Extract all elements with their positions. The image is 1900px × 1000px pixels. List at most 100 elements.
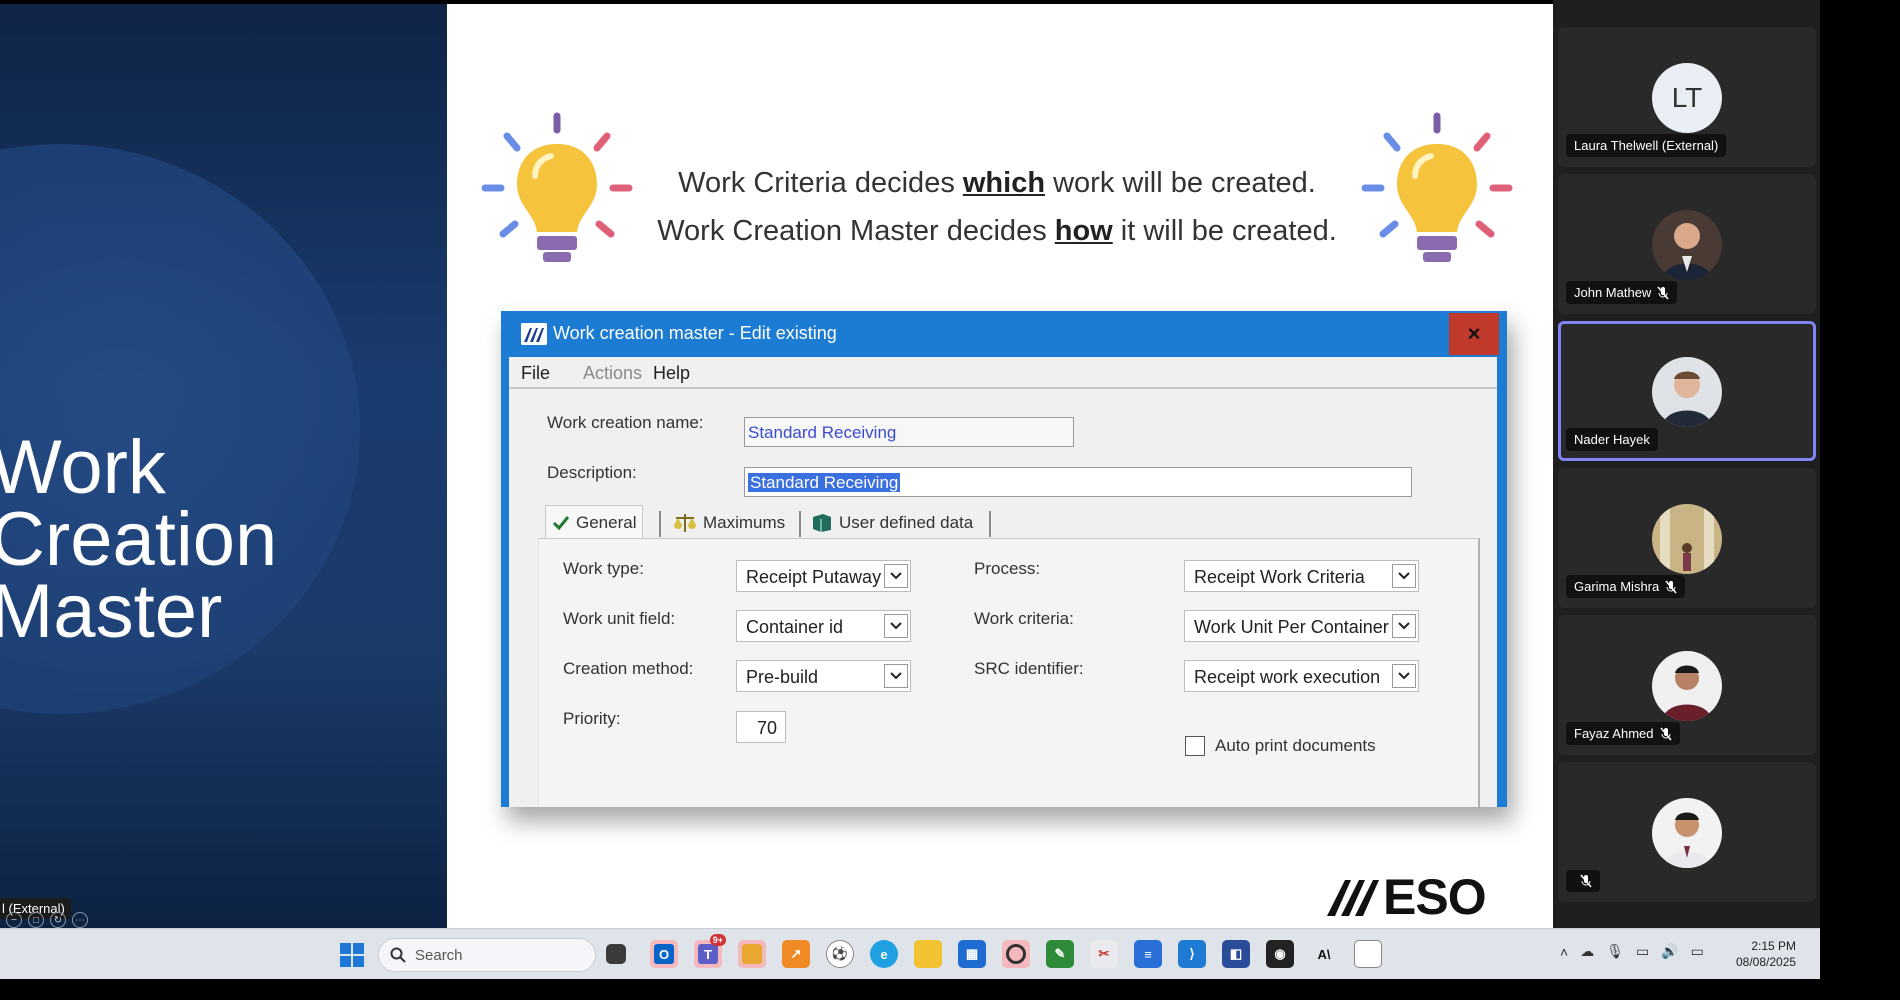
app-logo-icon bbox=[521, 323, 547, 345]
zoom-out-icon[interactable]: − bbox=[6, 912, 22, 928]
check-icon bbox=[552, 515, 570, 530]
left-controls: − □ ↻ ⋯ bbox=[6, 912, 88, 928]
close-button[interactable]: × bbox=[1449, 313, 1499, 355]
screen: Work Creation Master l (External) − □ ↻ … bbox=[0, 0, 1900, 1000]
work-creation-master-dialog: Work creation master - Edit existing × F… bbox=[501, 311, 1507, 807]
outlook-icon[interactable]: O bbox=[650, 940, 678, 968]
eso-logo: ESO bbox=[1327, 868, 1507, 925]
file-explorer-icon[interactable] bbox=[914, 940, 942, 968]
tagline-text: Work Creation Master decides bbox=[657, 215, 1055, 247]
participant-name-tag: John Mathew bbox=[1566, 281, 1678, 304]
left-slide-panel: Work Creation Master l (External) − □ ↻ … bbox=[0, 4, 447, 928]
sketch-app-icon[interactable]: ↗ bbox=[782, 940, 810, 968]
chevron-down-icon[interactable] bbox=[884, 614, 908, 638]
edge-browser-icon[interactable]: e bbox=[870, 940, 898, 968]
priority-field[interactable]: 70 bbox=[736, 711, 786, 743]
participant-tile-active[interactable]: Nader Hayek bbox=[1558, 321, 1816, 461]
participant-tile[interactable] bbox=[1558, 762, 1816, 902]
teams-icon[interactable]: T 9+ bbox=[694, 934, 726, 968]
ai-app-icon[interactable]: A\ bbox=[1310, 940, 1338, 968]
clock[interactable]: 2:15 PM 08/08/2025 bbox=[1736, 938, 1796, 970]
participant-name: Nader Hayek bbox=[1574, 432, 1650, 447]
tab-general[interactable]: General bbox=[545, 505, 644, 539]
search-icon bbox=[390, 947, 406, 963]
menu-help[interactable]: Help bbox=[653, 363, 690, 384]
lightbulb-icon bbox=[481, 112, 633, 262]
work-type-value: Receipt Putaway bbox=[746, 567, 882, 587]
dialog-body: File Actions Help Work creation name: St… bbox=[509, 357, 1497, 807]
windows-start-icon[interactable] bbox=[340, 943, 364, 967]
document-icon[interactable] bbox=[1354, 940, 1382, 968]
chrome-icon[interactable] bbox=[1002, 940, 1030, 968]
work-type-label: Work type: bbox=[563, 559, 644, 578]
tab-user-defined-data[interactable]: User defined data bbox=[805, 507, 979, 539]
work-type-select[interactable]: Receipt Putaway bbox=[736, 560, 911, 592]
refresh-icon[interactable]: ↻ bbox=[50, 912, 66, 928]
onedrive-icon[interactable]: ☁ bbox=[1580, 943, 1594, 960]
src-identifier-select[interactable]: Receipt work execution bbox=[1184, 660, 1419, 692]
volume-icon[interactable]: 🔊 bbox=[1661, 943, 1678, 960]
chevron-down-icon[interactable] bbox=[884, 664, 908, 688]
work-unit-field-label: Work unit field: bbox=[563, 609, 676, 628]
black-strip bbox=[1820, 0, 1900, 1000]
participant-tile[interactable]: LT Laura Thelwell (External) bbox=[1558, 27, 1816, 167]
work-unit-field-select[interactable]: Container id bbox=[736, 610, 911, 642]
chevron-down-icon[interactable] bbox=[884, 564, 908, 588]
azure-data-studio-icon[interactable]: ◧ bbox=[1222, 940, 1250, 968]
more-icon[interactable]: ⋯ bbox=[72, 912, 88, 928]
mic-off-icon bbox=[1657, 286, 1669, 299]
football-icon[interactable]: ⚽ bbox=[826, 940, 854, 968]
tab-separator bbox=[799, 511, 801, 537]
chevron-down-icon[interactable] bbox=[1392, 614, 1416, 638]
notepad-icon[interactable]: ≡ bbox=[1134, 940, 1162, 968]
participant-name-tag: Garima Mishra bbox=[1566, 575, 1686, 598]
taskbar: Search O T 9+ ↗ ⚽ e ▦ ✎ ✂ ≡ ⟩ ◧ ◉ A\ ˄ ☁… bbox=[0, 928, 1820, 979]
mic-off-icon bbox=[1665, 580, 1677, 593]
work-unit-field-value: Container id bbox=[746, 617, 844, 637]
tab-label: User defined data bbox=[839, 513, 974, 532]
auto-print-label: Auto print documents bbox=[1215, 736, 1376, 755]
scales-icon bbox=[674, 514, 696, 532]
participant-name-tag bbox=[1566, 870, 1600, 892]
participant-tile[interactable]: Garima Mishra bbox=[1558, 468, 1816, 608]
menu-actions[interactable]: Actions bbox=[583, 363, 642, 384]
src-identifier-value: Receipt work execution bbox=[1194, 667, 1381, 687]
task-view-icon[interactable] bbox=[606, 944, 626, 964]
tab-maximums[interactable]: Maximums bbox=[667, 507, 791, 539]
dialog-titlebar[interactable]: Work creation master - Edit existing × bbox=[501, 311, 1507, 357]
chevron-down-icon[interactable] bbox=[1392, 564, 1416, 588]
zoom-fit-icon[interactable]: □ bbox=[28, 912, 44, 928]
description-field[interactable]: Standard Receiving bbox=[744, 467, 1412, 497]
avatar bbox=[1652, 210, 1722, 280]
book-icon bbox=[813, 514, 831, 532]
taskbar-search[interactable]: Search bbox=[378, 938, 596, 972]
battery-icon[interactable]: ▭ bbox=[1691, 943, 1704, 960]
left-slide-title: Work Creation Master bbox=[0, 425, 278, 654]
network-icon[interactable]: ▭ bbox=[1636, 943, 1649, 960]
participant-name: Fayaz Ahmed bbox=[1574, 726, 1654, 741]
auto-print-checkbox[interactable] bbox=[1185, 736, 1205, 756]
paint-icon[interactable] bbox=[738, 940, 766, 968]
snipping-tool-icon[interactable]: ✂ bbox=[1090, 940, 1118, 968]
participant-name-tag: Laura Thelwell (External) bbox=[1566, 134, 1727, 157]
bottom-black-bar bbox=[0, 979, 1900, 1000]
github-icon[interactable]: ◉ bbox=[1266, 940, 1294, 968]
chevron-up-icon[interactable]: ˄ bbox=[1560, 944, 1568, 960]
participant-tile[interactable]: Fayaz Ahmed bbox=[1558, 615, 1816, 755]
process-select[interactable]: Receipt Work Criteria bbox=[1184, 560, 1419, 592]
participant-tile[interactable]: John Mathew bbox=[1558, 174, 1816, 314]
mic-muted-icon[interactable]: 🎙 bbox=[1606, 943, 1624, 960]
notepad-green-icon[interactable]: ✎ bbox=[1046, 940, 1074, 968]
process-value: Receipt Work Criteria bbox=[1194, 567, 1365, 587]
process-label: Process: bbox=[974, 559, 1041, 578]
vscode-icon[interactable]: ⟩ bbox=[1178, 940, 1206, 968]
tab-label: General bbox=[576, 512, 637, 532]
store-icon[interactable]: ▦ bbox=[958, 940, 986, 968]
work-creation-name-field[interactable]: Standard Receiving bbox=[744, 417, 1074, 447]
work-criteria-select[interactable]: Work Unit Per Container bbox=[1184, 610, 1419, 642]
description-label: Description: bbox=[547, 463, 637, 482]
avatar: LT bbox=[1652, 63, 1722, 133]
creation-method-select[interactable]: Pre-build bbox=[736, 660, 911, 692]
chevron-down-icon[interactable] bbox=[1392, 664, 1416, 688]
menu-file[interactable]: File bbox=[521, 363, 550, 384]
